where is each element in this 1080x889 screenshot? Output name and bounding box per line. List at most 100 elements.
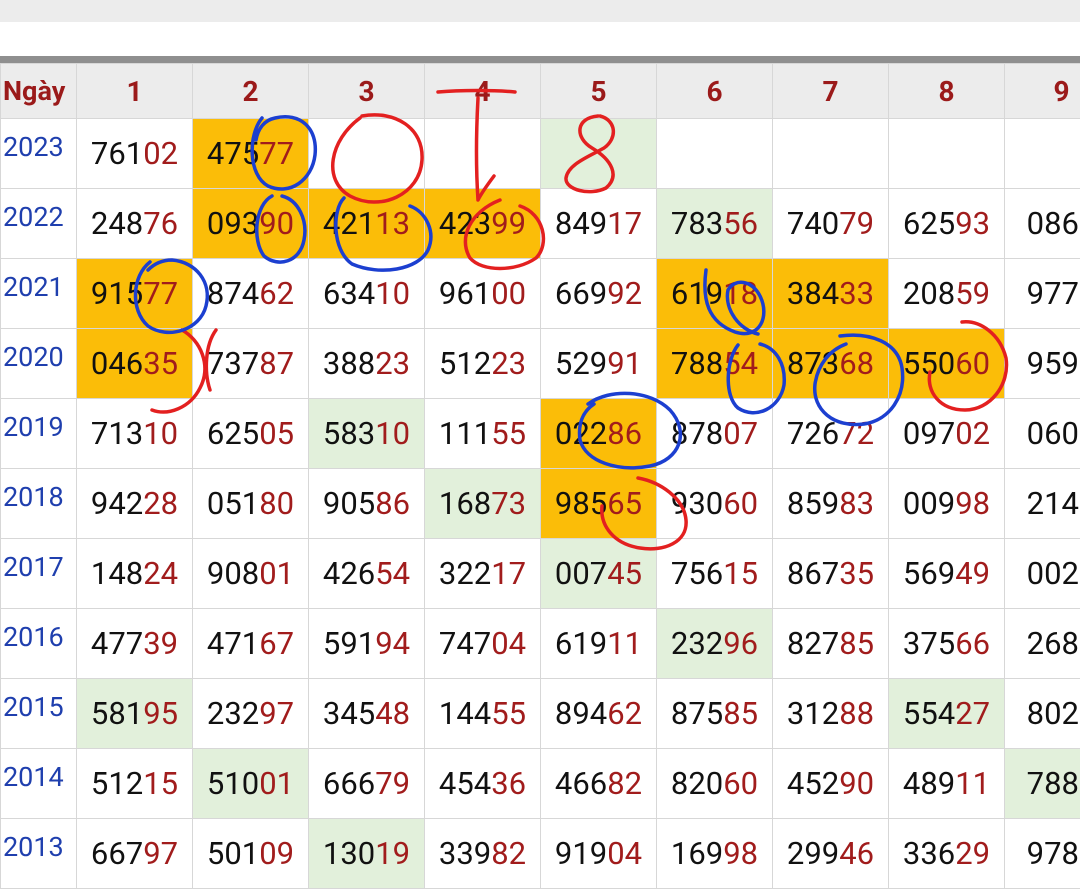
- result-cell: 61918: [657, 259, 773, 329]
- result-cell: 09702: [889, 399, 1005, 469]
- result-cell: 42654: [309, 539, 425, 609]
- result-cell: 51001: [193, 749, 309, 819]
- result-cell: 38823: [309, 329, 425, 399]
- year-link[interactable]: 2016: [1, 609, 77, 679]
- header-day-4: 4: [425, 64, 541, 119]
- result-tail-digits: 92: [607, 275, 642, 312]
- result-head-digits: 477: [91, 625, 143, 662]
- result-head-digits: 007: [555, 555, 607, 592]
- year-link[interactable]: 2023: [1, 119, 77, 189]
- result-cell: 62593: [889, 189, 1005, 259]
- result-head-digits: 144: [439, 695, 491, 732]
- year-link[interactable]: 2021: [1, 259, 77, 329]
- result-head-digits: 093: [207, 205, 259, 242]
- year-link[interactable]: 2017: [1, 539, 77, 609]
- result-head-digits: 312: [787, 695, 839, 732]
- result-cell: 2142: [1005, 469, 1080, 539]
- result-cell: 42113: [309, 189, 425, 259]
- result-cell: 59194: [309, 609, 425, 679]
- year-link[interactable]: 2014: [1, 749, 77, 819]
- result-cell: 47739: [77, 609, 193, 679]
- result-cell: 51215: [77, 749, 193, 819]
- result-tail-digits: 72: [839, 415, 874, 452]
- result-tail-digits: 97: [259, 695, 294, 732]
- result-cell: 2681: [1005, 609, 1080, 679]
- result-cell: 84917: [541, 189, 657, 259]
- header-day-8: 8: [889, 64, 1005, 119]
- table-row: 2015581952329734548144558946287585312885…: [1, 679, 1080, 749]
- result-tail-digits: 28: [143, 485, 178, 522]
- result-cell: 78854: [657, 329, 773, 399]
- result-tail-digits: 10: [143, 415, 178, 452]
- result-cell: 87585: [657, 679, 773, 749]
- result-tail-digits: 66: [955, 625, 990, 662]
- result-head-digits: 788: [1027, 765, 1079, 802]
- result-head-digits: 669: [555, 275, 607, 312]
- result-tail-digits: 05: [259, 415, 294, 452]
- result-cell: 66679: [309, 749, 425, 819]
- result-head-digits: 086: [1027, 205, 1079, 242]
- result-tail-digits: 15: [723, 555, 758, 592]
- year-link[interactable]: 2018: [1, 469, 77, 539]
- result-head-digits: 985: [555, 485, 607, 522]
- result-cell: 34548: [309, 679, 425, 749]
- header-day-9: 9: [1005, 64, 1080, 119]
- result-cell: 86735: [773, 539, 889, 609]
- result-head-digits: 248: [91, 205, 143, 242]
- result-head-digits: 388: [323, 345, 375, 382]
- result-cell: [657, 119, 773, 189]
- result-head-digits: 783: [671, 205, 723, 242]
- result-cell: 85983: [773, 469, 889, 539]
- result-head-digits: 148: [91, 555, 143, 592]
- result-tail-digits: 55: [491, 695, 526, 732]
- result-head-digits: 426: [323, 555, 375, 592]
- result-head-digits: 454: [439, 765, 491, 802]
- result-tail-digits: 62: [259, 275, 294, 312]
- result-cell: 42399: [425, 189, 541, 259]
- result-tail-digits: 24: [143, 555, 178, 592]
- result-head-digits: 908: [207, 555, 259, 592]
- result-tail-digits: 04: [491, 625, 526, 662]
- result-cell: 74079: [773, 189, 889, 259]
- result-head-digits: 827: [787, 625, 839, 662]
- year-link[interactable]: 2020: [1, 329, 77, 399]
- result-cell: 75615: [657, 539, 773, 609]
- year-link[interactable]: 2019: [1, 399, 77, 469]
- result-head-digits: 583: [323, 415, 375, 452]
- result-tail-digits: 35: [143, 345, 178, 382]
- result-tail-digits: 98: [955, 485, 990, 522]
- result-head-digits: 977: [1027, 275, 1079, 312]
- result-cell: 93060: [657, 469, 773, 539]
- result-head-digits: 849: [555, 205, 607, 242]
- result-tail-digits: 85: [839, 625, 874, 662]
- result-tail-digits: 90: [839, 765, 874, 802]
- result-cell: 82060: [657, 749, 773, 819]
- result-cell: 51223: [425, 329, 541, 399]
- result-cell: 24876: [77, 189, 193, 259]
- header-ngay: Ngày: [1, 64, 77, 119]
- result-tail-digits: 01: [259, 765, 294, 802]
- result-tail-digits: 76: [143, 205, 178, 242]
- result-tail-digits: 01: [259, 555, 294, 592]
- result-cell: 63410: [309, 259, 425, 329]
- result-tail-digits: 60: [723, 765, 758, 802]
- table-row: 2014512155100166679454364668282060452904…: [1, 749, 1080, 819]
- result-tail-digits: 15: [143, 765, 178, 802]
- result-tail-digits: 35: [839, 555, 874, 592]
- result-cell: 8029: [1005, 679, 1080, 749]
- result-head-digits: 512: [91, 765, 143, 802]
- result-head-digits: 550: [903, 345, 955, 382]
- year-link[interactable]: 2015: [1, 679, 77, 749]
- result-head-digits: 268: [1027, 625, 1079, 662]
- result-tail-digits: 17: [607, 205, 642, 242]
- result-cell: 37566: [889, 609, 1005, 679]
- result-head-digits: 859: [787, 485, 839, 522]
- result-cell: 78356: [657, 189, 773, 259]
- result-cell: 23297: [193, 679, 309, 749]
- table-top-rule: [0, 56, 1080, 63]
- year-link[interactable]: 2022: [1, 189, 77, 259]
- result-cell: [425, 119, 541, 189]
- result-tail-digits: 11: [955, 765, 990, 802]
- header-day-2: 2: [193, 64, 309, 119]
- result-tail-digits: 48: [375, 695, 410, 732]
